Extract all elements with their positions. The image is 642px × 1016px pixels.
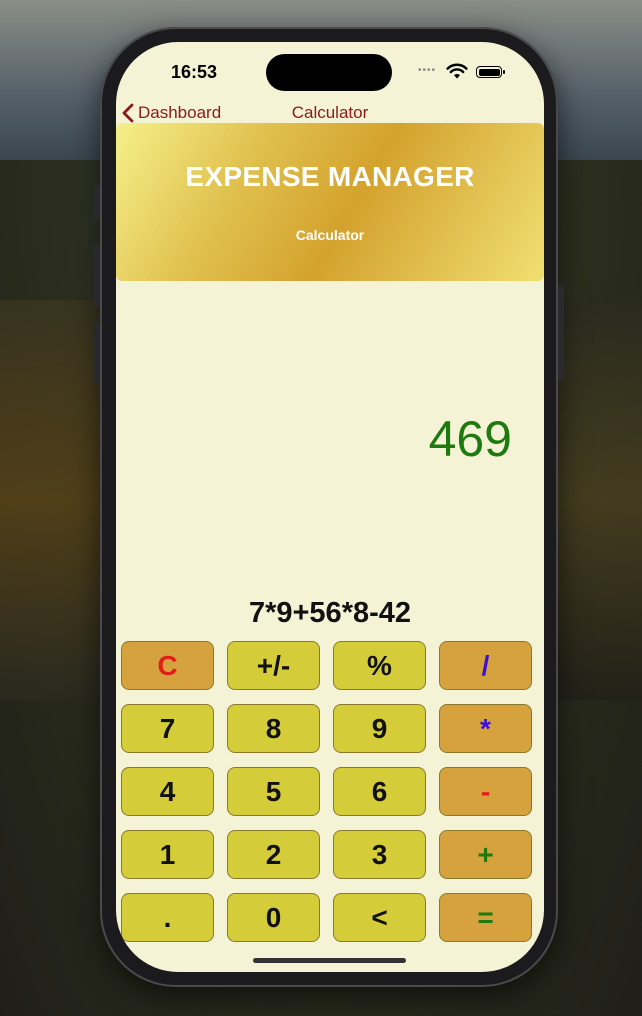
banner-title: EXPENSE MANAGER	[185, 161, 475, 192]
key-backspace-button[interactable]: <	[333, 893, 426, 942]
wifi-icon	[446, 63, 468, 79]
action-button	[94, 185, 100, 219]
key-digit-2-button[interactable]: 2	[227, 830, 320, 879]
key-percent-button[interactable]: %	[333, 641, 426, 690]
home-indicator[interactable]	[253, 958, 406, 963]
key-multiply-button[interactable]: *	[439, 704, 532, 753]
key-decimal-button[interactable]: .	[121, 893, 214, 942]
result-display: 469	[428, 411, 512, 467]
key-digit-9-button[interactable]: 9	[333, 704, 426, 753]
dynamic-island	[266, 54, 392, 91]
status-time: 16:53	[171, 62, 218, 82]
app-screen: 16:53 •••• Dashboard Calculator EXPENSE …	[116, 42, 544, 972]
key-digit-0-button[interactable]: 0	[227, 893, 320, 942]
key-equals-button[interactable]: =	[439, 893, 532, 942]
key-clear-button[interactable]: C	[121, 641, 214, 690]
key-add-button[interactable]: +	[439, 830, 532, 879]
power-button	[558, 285, 564, 381]
key-digit-1-button[interactable]: 1	[121, 830, 214, 879]
banner-subtitle: Calculator	[295, 227, 365, 243]
key-digit-8-button[interactable]: 8	[227, 704, 320, 753]
key-divide-button[interactable]: /	[439, 641, 532, 690]
volume-down-button	[94, 322, 100, 384]
nav-title: Calculator	[291, 103, 369, 122]
header-banner: EXPENSE MANAGER Calculator	[116, 123, 544, 281]
key-digit-5-button[interactable]: 5	[227, 767, 320, 816]
battery-icon	[476, 66, 505, 78]
status-bar: 16:53 ••••	[116, 42, 544, 102]
volume-up-button	[94, 245, 100, 307]
cellular-signal-icon: ••••	[418, 65, 437, 76]
expression-display: 7*9+56*8-42	[248, 597, 412, 629]
key-digit-4-button[interactable]: 4	[121, 767, 214, 816]
key-subtract-button[interactable]: -	[439, 767, 532, 816]
key-digit-3-button[interactable]: 3	[333, 830, 426, 879]
key-plus-minus-button[interactable]: +/-	[227, 641, 320, 690]
key-digit-7-button[interactable]: 7	[121, 704, 214, 753]
key-digit-6-button[interactable]: 6	[333, 767, 426, 816]
